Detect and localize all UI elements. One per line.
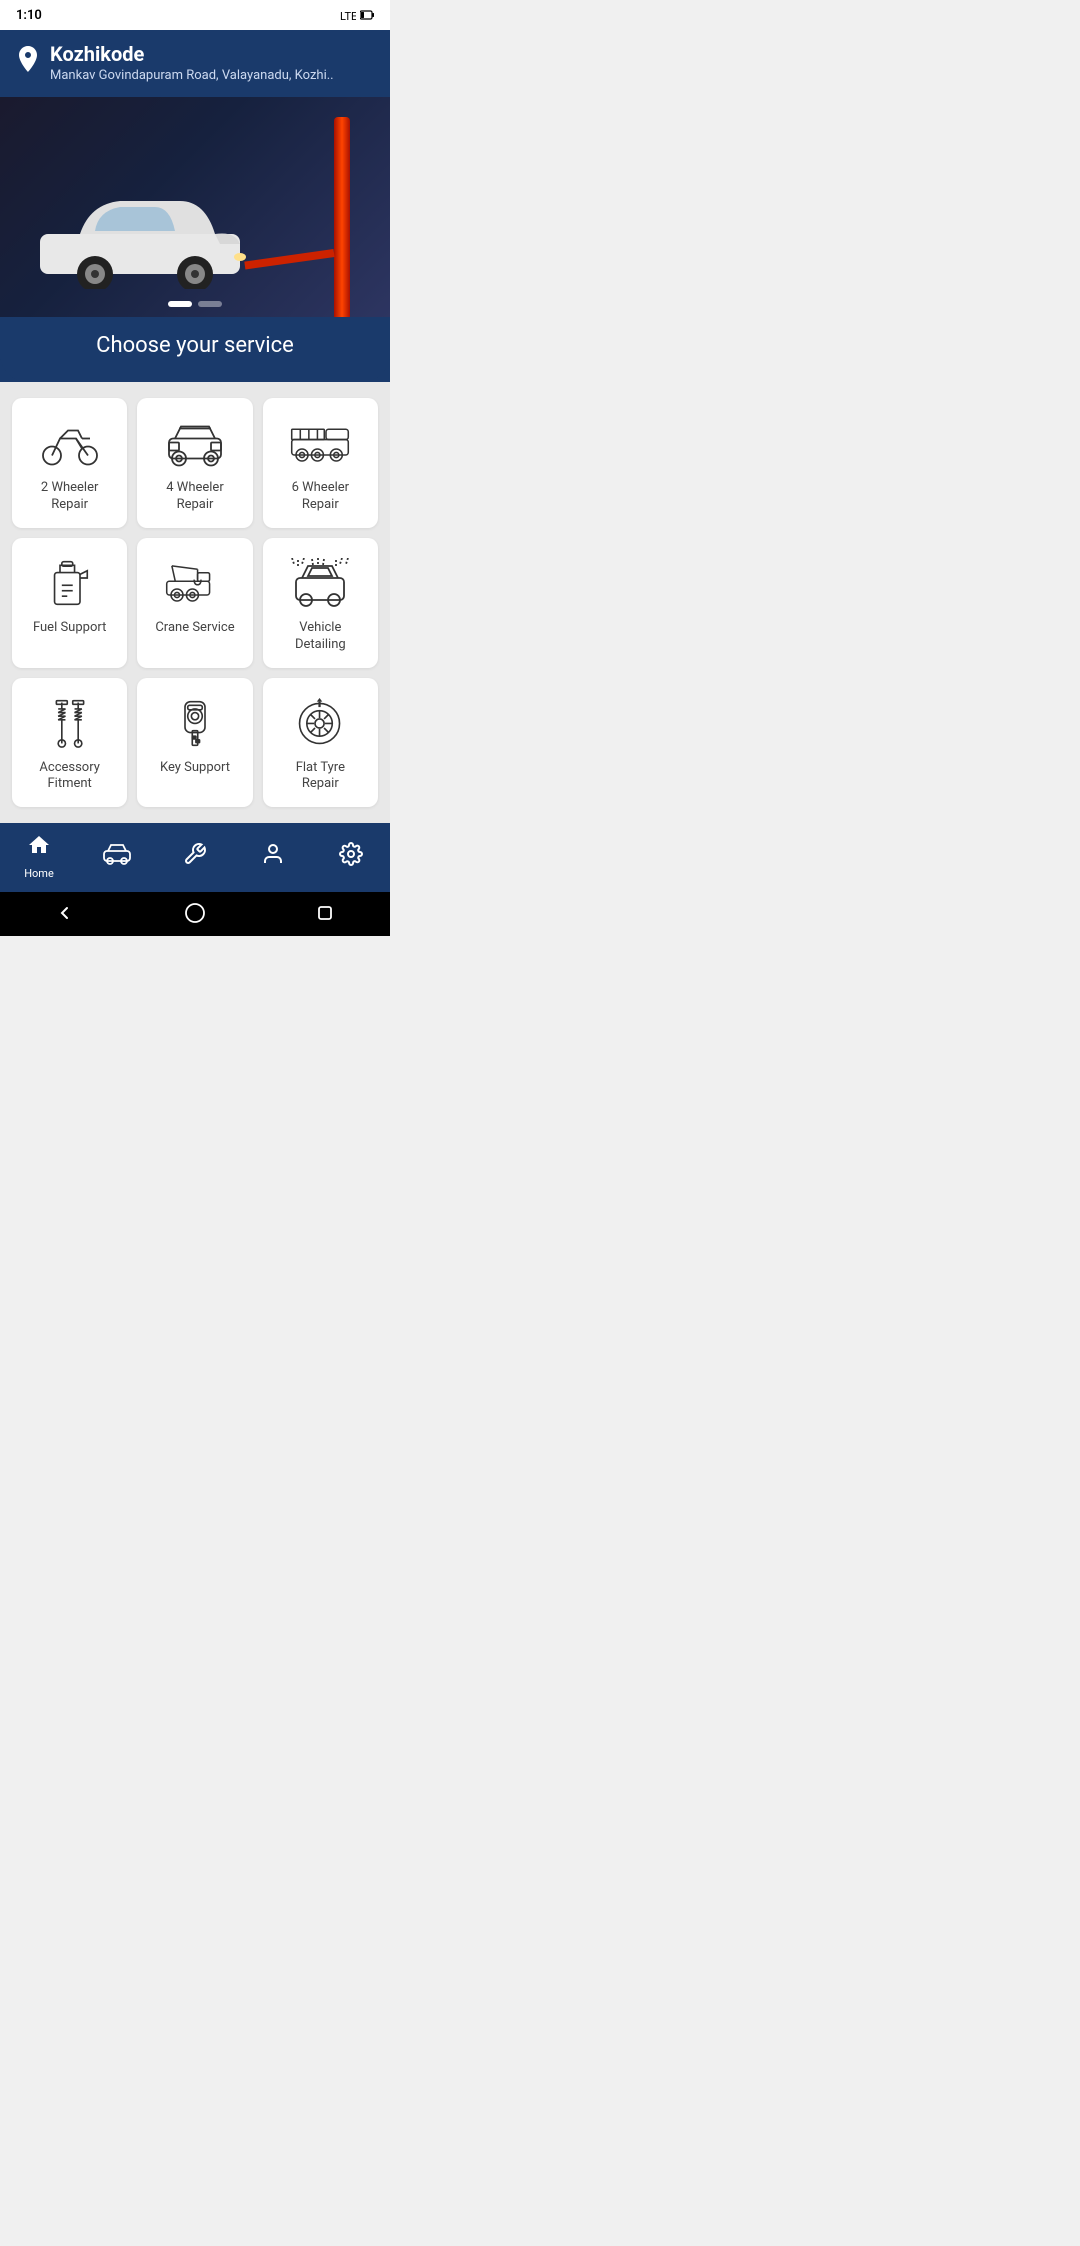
services-grid: 2 WheelerRepair 4 WheelerRepair bbox=[0, 382, 390, 823]
settings-icon bbox=[339, 842, 363, 872]
service-card-two-wheeler[interactable]: 2 WheelerRepair bbox=[12, 398, 127, 528]
service-card-flat-tyre[interactable]: Flat TyreRepair bbox=[263, 678, 378, 808]
header-city: Kozhikode bbox=[50, 42, 334, 66]
six-wheeler-label: 6 WheelerRepair bbox=[292, 480, 349, 514]
service-card-vehicle-detailing[interactable]: VehicleDetailing bbox=[263, 538, 378, 668]
svg-text:LTE LTE: LTE LTE bbox=[340, 10, 356, 22]
flat-tyre-label: Flat TyreRepair bbox=[296, 760, 345, 794]
crane-service-label: Crane Service bbox=[155, 620, 234, 637]
service-card-fuel-support[interactable]: Fuel Support bbox=[12, 538, 127, 668]
car-illustration bbox=[20, 189, 260, 289]
lift-pole bbox=[334, 117, 350, 317]
header: Kozhikode Mankav Govindapuram Road, Vala… bbox=[0, 30, 390, 97]
banner-scene bbox=[0, 97, 390, 317]
nav-home[interactable]: Home bbox=[9, 833, 69, 880]
vehicle-detailing-icon bbox=[290, 558, 350, 608]
fuel-support-label: Fuel Support bbox=[33, 620, 106, 637]
car-icon bbox=[103, 843, 131, 871]
home-button[interactable] bbox=[181, 899, 209, 927]
fuel-support-icon bbox=[40, 558, 100, 608]
android-nav-bar bbox=[0, 892, 390, 936]
service-card-key-support[interactable]: Key Support bbox=[137, 678, 252, 808]
service-card-accessory-fitment[interactable]: AccessoryFitment bbox=[12, 678, 127, 808]
nav-profile[interactable] bbox=[243, 842, 303, 872]
key-support-icon bbox=[165, 698, 225, 748]
banner-image bbox=[0, 97, 390, 317]
two-wheeler-label: 2 WheelerRepair bbox=[41, 480, 98, 514]
two-wheeler-icon bbox=[40, 418, 100, 468]
nav-home-label: Home bbox=[24, 867, 54, 880]
nav-car[interactable] bbox=[87, 843, 147, 871]
location-icon bbox=[16, 44, 40, 78]
six-wheeler-icon bbox=[290, 418, 350, 468]
bottom-nav: Home bbox=[0, 823, 390, 892]
status-icons: LTE LTE bbox=[340, 8, 374, 22]
home-icon bbox=[27, 833, 51, 863]
accessory-fitment-label: AccessoryFitment bbox=[39, 760, 100, 794]
service-title: Choose your service bbox=[0, 333, 390, 358]
back-button[interactable] bbox=[51, 899, 79, 927]
crane-service-icon bbox=[165, 558, 225, 608]
nav-tools[interactable] bbox=[165, 842, 225, 872]
flat-tyre-icon bbox=[290, 698, 350, 748]
tools-icon bbox=[183, 842, 207, 872]
status-bar: 1:10 LTE LTE bbox=[0, 0, 390, 30]
recents-button[interactable] bbox=[311, 899, 339, 927]
four-wheeler-label: 4 WheelerRepair bbox=[166, 480, 223, 514]
service-card-six-wheeler[interactable]: 6 WheelerRepair bbox=[263, 398, 378, 528]
nav-settings[interactable] bbox=[321, 842, 381, 872]
banner-dots bbox=[168, 301, 222, 307]
accessory-fitment-icon bbox=[40, 698, 100, 748]
service-card-four-wheeler[interactable]: 4 WheelerRepair bbox=[137, 398, 252, 528]
service-card-crane-service[interactable]: Crane Service bbox=[137, 538, 252, 668]
header-text: Kozhikode Mankav Govindapuram Road, Vala… bbox=[50, 42, 334, 83]
service-section-header: Choose your service bbox=[0, 317, 390, 382]
profile-icon bbox=[261, 842, 285, 872]
signal-icon: LTE LTE bbox=[340, 8, 356, 22]
banner-container: Choose your service bbox=[0, 97, 390, 382]
vehicle-detailing-label: VehicleDetailing bbox=[295, 620, 346, 654]
key-support-label: Key Support bbox=[160, 760, 230, 777]
four-wheeler-icon bbox=[165, 418, 225, 468]
header-address: Mankav Govindapuram Road, Valayanadu, Ko… bbox=[50, 68, 334, 83]
status-time: 1:10 bbox=[16, 8, 42, 23]
dot-2[interactable] bbox=[198, 301, 222, 307]
dot-1[interactable] bbox=[168, 301, 192, 307]
battery-icon bbox=[360, 9, 374, 21]
